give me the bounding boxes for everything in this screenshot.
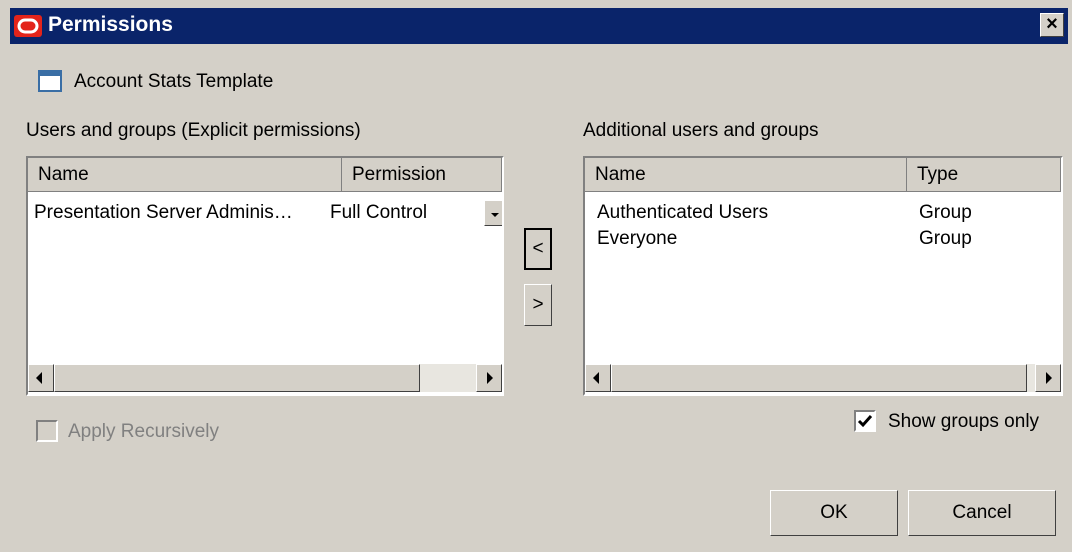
apply-recursively-label: Apply Recursively (68, 421, 219, 442)
chevron-down-icon (491, 213, 499, 217)
permission-dropdown-button[interactable] (484, 200, 502, 226)
scroll-left-button[interactable] (585, 364, 611, 392)
item-name: Account Stats Template (74, 71, 274, 92)
scroll-right-button[interactable] (476, 364, 502, 392)
additional-users-label: Additional users and groups (583, 120, 819, 141)
additional-row-type[interactable]: Group (919, 226, 972, 252)
column-header-name[interactable]: Name (585, 158, 907, 192)
column-header-type[interactable]: Type (907, 158, 1061, 192)
arrow-right-icon (487, 372, 493, 384)
additional-row-name[interactable]: Authenticated Users (597, 200, 768, 226)
explicit-row-name[interactable]: Presentation Server Adminis… (34, 200, 293, 226)
column-header-name[interactable]: Name (28, 158, 342, 192)
explicit-permissions-label: Users and groups (Explicit permissions) (26, 120, 361, 141)
show-groups-only-label: Show groups only (888, 411, 1040, 432)
apply-recursively-checkbox[interactable] (36, 420, 58, 442)
window-icon (38, 70, 62, 92)
additional-users-list[interactable]: Name Type Authenticated Users Group Ever… (583, 156, 1063, 396)
add-to-explicit-button[interactable]: < (524, 228, 552, 270)
explicit-permissions-list[interactable]: Name Permission Presentation Server Admi… (26, 156, 504, 396)
additional-row-name[interactable]: Everyone (597, 226, 677, 252)
explicit-row-permission[interactable]: Full Control (330, 200, 427, 226)
arrow-right-icon (1046, 372, 1052, 384)
scroll-left-button[interactable] (28, 364, 54, 392)
checkmark-icon (857, 415, 873, 428)
show-groups-only-checkbox[interactable] (854, 410, 876, 432)
explicit-horizontal-scrollbar[interactable] (28, 364, 502, 392)
additional-row-type[interactable]: Group (919, 200, 972, 226)
close-button[interactable]: × (1040, 13, 1064, 37)
scroll-thumb[interactable] (611, 364, 1027, 392)
scroll-thumb[interactable] (54, 364, 420, 392)
oracle-logo-icon (14, 15, 42, 37)
cancel-button[interactable]: Cancel (908, 490, 1056, 536)
scroll-right-button[interactable] (1035, 364, 1061, 392)
column-header-permission[interactable]: Permission (342, 158, 502, 192)
arrow-left-icon (36, 372, 42, 384)
remove-from-explicit-button[interactable]: > (524, 284, 552, 326)
arrow-left-icon (593, 372, 599, 384)
window-title: Permissions (48, 13, 173, 36)
ok-button[interactable]: OK (770, 490, 898, 536)
additional-horizontal-scrollbar[interactable] (585, 364, 1061, 392)
